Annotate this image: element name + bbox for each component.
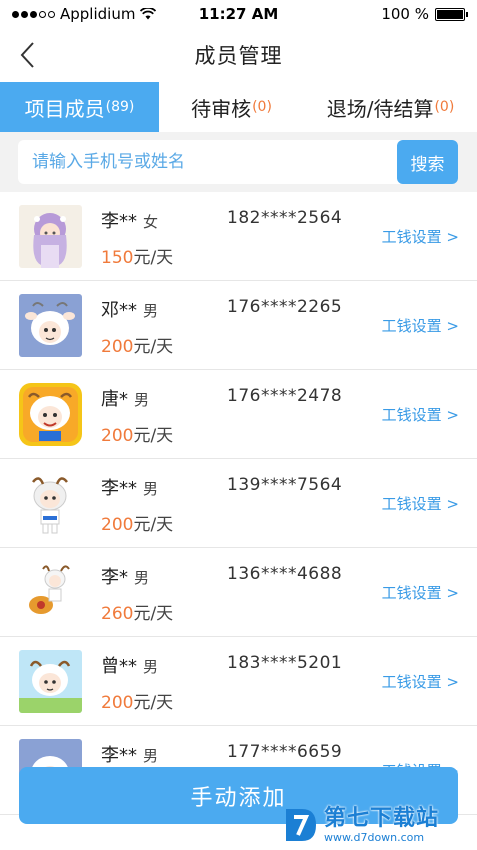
member-name-text: 李* (101, 567, 128, 588)
battery-icon (435, 7, 468, 21)
member-wage: 260元/天 (101, 599, 173, 624)
tab-label: 待审核 (191, 96, 252, 121)
member-wage: 200元/天 (101, 332, 173, 357)
search-button[interactable]: 搜索 (397, 140, 458, 184)
member-row[interactable]: 李* 男 260元/天 136****4688 工钱设置 > (0, 548, 477, 637)
tab-bar: 项目成员 (89) 待审核 (0) 退场/待结算 (0) (0, 82, 477, 132)
tab-count: (0) (252, 99, 272, 115)
wage-unit: 元/天 (133, 604, 174, 624)
wifi-icon (140, 8, 157, 20)
member-name-text: 曾** (101, 656, 137, 677)
chevron-left-icon (20, 42, 34, 68)
member-wage: 150元/天 (101, 243, 173, 268)
member-gender: 男 (134, 391, 150, 409)
member-phone: 183****5201 (227, 653, 343, 673)
sheep-avatar (19, 383, 82, 446)
member-name: 曾** 男 (101, 652, 158, 678)
member-wage: 200元/天 (101, 510, 173, 535)
member-wage: 200元/天 (101, 688, 173, 713)
sheep-avatar (19, 294, 82, 357)
member-name: 李** 男 (101, 741, 158, 767)
member-phone: 139****7564 (227, 475, 343, 495)
tab-count: (0) (434, 99, 455, 115)
member-name-text: 李** (101, 745, 137, 766)
nav-bar: 成员管理 (0, 28, 477, 82)
member-list: 李** 女 150元/天 182****2564 工钱设置 > 邓** 男 200元… (0, 192, 477, 850)
girl-avatar (19, 205, 82, 268)
watermark-text: 第七下载站 www.d7down.com (324, 805, 440, 844)
page-title: 成员管理 (194, 44, 283, 68)
wage-setting-link[interactable]: 工钱设置 > (382, 404, 459, 425)
member-phone: 177****6659 (227, 742, 343, 762)
search-box: 搜索 (18, 140, 458, 184)
member-name-text: 李** (101, 478, 137, 499)
wage-amount: 200 (101, 515, 134, 535)
d7-logo-icon (286, 809, 316, 841)
member-name: 李** 女 (101, 207, 158, 233)
member-row[interactable]: 李** 男 200元/天 139****7564 工钱设置 > (0, 459, 477, 548)
member-name: 邓** 男 (101, 296, 158, 322)
wage-setting-link[interactable]: 工钱设置 > (382, 315, 459, 336)
wage-setting-link[interactable]: 工钱设置 > (382, 493, 459, 514)
sheep-avatar (19, 561, 82, 624)
watermark: 第七下载站 www.d7down.com (282, 800, 477, 850)
search-bar: 搜索 (0, 132, 477, 192)
tab-count: (89) (105, 99, 135, 115)
member-gender: 男 (143, 480, 159, 498)
wage-amount: 200 (101, 337, 134, 357)
carrier-name: Applidium (60, 5, 136, 23)
member-row[interactable]: 唐* 男 200元/天 176****2478 工钱设置 > (0, 370, 477, 459)
status-bar: Applidium 11:27 AM 100 % (0, 0, 477, 28)
member-name-text: 唐* (101, 389, 128, 410)
member-name: 李* 男 (101, 563, 149, 589)
wage-setting-link[interactable]: 工钱设置 > (382, 671, 459, 692)
status-time: 11:27 AM (198, 5, 279, 23)
member-name-text: 李** (101, 211, 137, 232)
search-input[interactable] (18, 140, 388, 184)
wage-setting-link[interactable]: 工钱设置 > (382, 226, 459, 247)
signal-icon (12, 10, 55, 18)
member-phone: 136****4688 (227, 564, 343, 584)
battery-group: 100 % (381, 5, 468, 23)
watermark-main: 第七下载站 (324, 805, 440, 831)
member-wage: 200元/天 (101, 421, 173, 446)
member-name: 唐* 男 (101, 385, 149, 411)
tab-exit-settlement[interactable]: 退场/待结算 (0) (304, 82, 477, 132)
wage-unit: 元/天 (133, 337, 174, 357)
member-gender: 男 (134, 569, 150, 587)
member-name-text: 邓** (101, 300, 137, 321)
member-gender: 男 (143, 658, 159, 676)
wage-unit: 元/天 (133, 693, 174, 713)
tab-project-members[interactable]: 项目成员 (89) (0, 82, 159, 132)
member-gender: 男 (143, 747, 159, 765)
wage-unit: 元/天 (133, 515, 174, 535)
member-gender: 男 (143, 302, 159, 320)
wage-amount: 150 (101, 248, 134, 268)
member-row[interactable]: 邓** 男 200元/天 176****2265 工钱设置 > (0, 281, 477, 370)
member-phone: 176****2478 (227, 386, 343, 406)
member-row[interactable]: 曾** 男 200元/天 183****5201 工钱设置 > (0, 637, 477, 726)
member-gender: 女 (143, 213, 159, 231)
wage-amount: 260 (101, 604, 134, 624)
wage-amount: 200 (101, 693, 134, 713)
sheep-avatar (19, 650, 82, 713)
tab-label: 项目成员 (24, 96, 105, 121)
wage-setting-link[interactable]: 工钱设置 > (382, 582, 459, 603)
wage-amount: 200 (101, 426, 134, 446)
watermark-sub: www.d7down.com (324, 830, 425, 844)
wage-unit: 元/天 (133, 426, 174, 446)
wage-unit: 元/天 (133, 248, 174, 268)
back-button[interactable] (14, 36, 44, 74)
member-row[interactable]: 李** 女 150元/天 182****2564 工钱设置 > (0, 192, 477, 281)
tab-label: 退场/待结算 (326, 96, 434, 121)
member-phone: 182****2564 (227, 208, 343, 228)
member-phone: 176****2265 (227, 297, 343, 317)
sheep-avatar (19, 472, 82, 535)
tab-pending-review[interactable]: 待审核 (0) (159, 82, 304, 132)
member-name: 李** 男 (101, 474, 158, 500)
carrier-group: Applidium (12, 5, 157, 23)
battery-percent: 100 % (381, 5, 429, 23)
